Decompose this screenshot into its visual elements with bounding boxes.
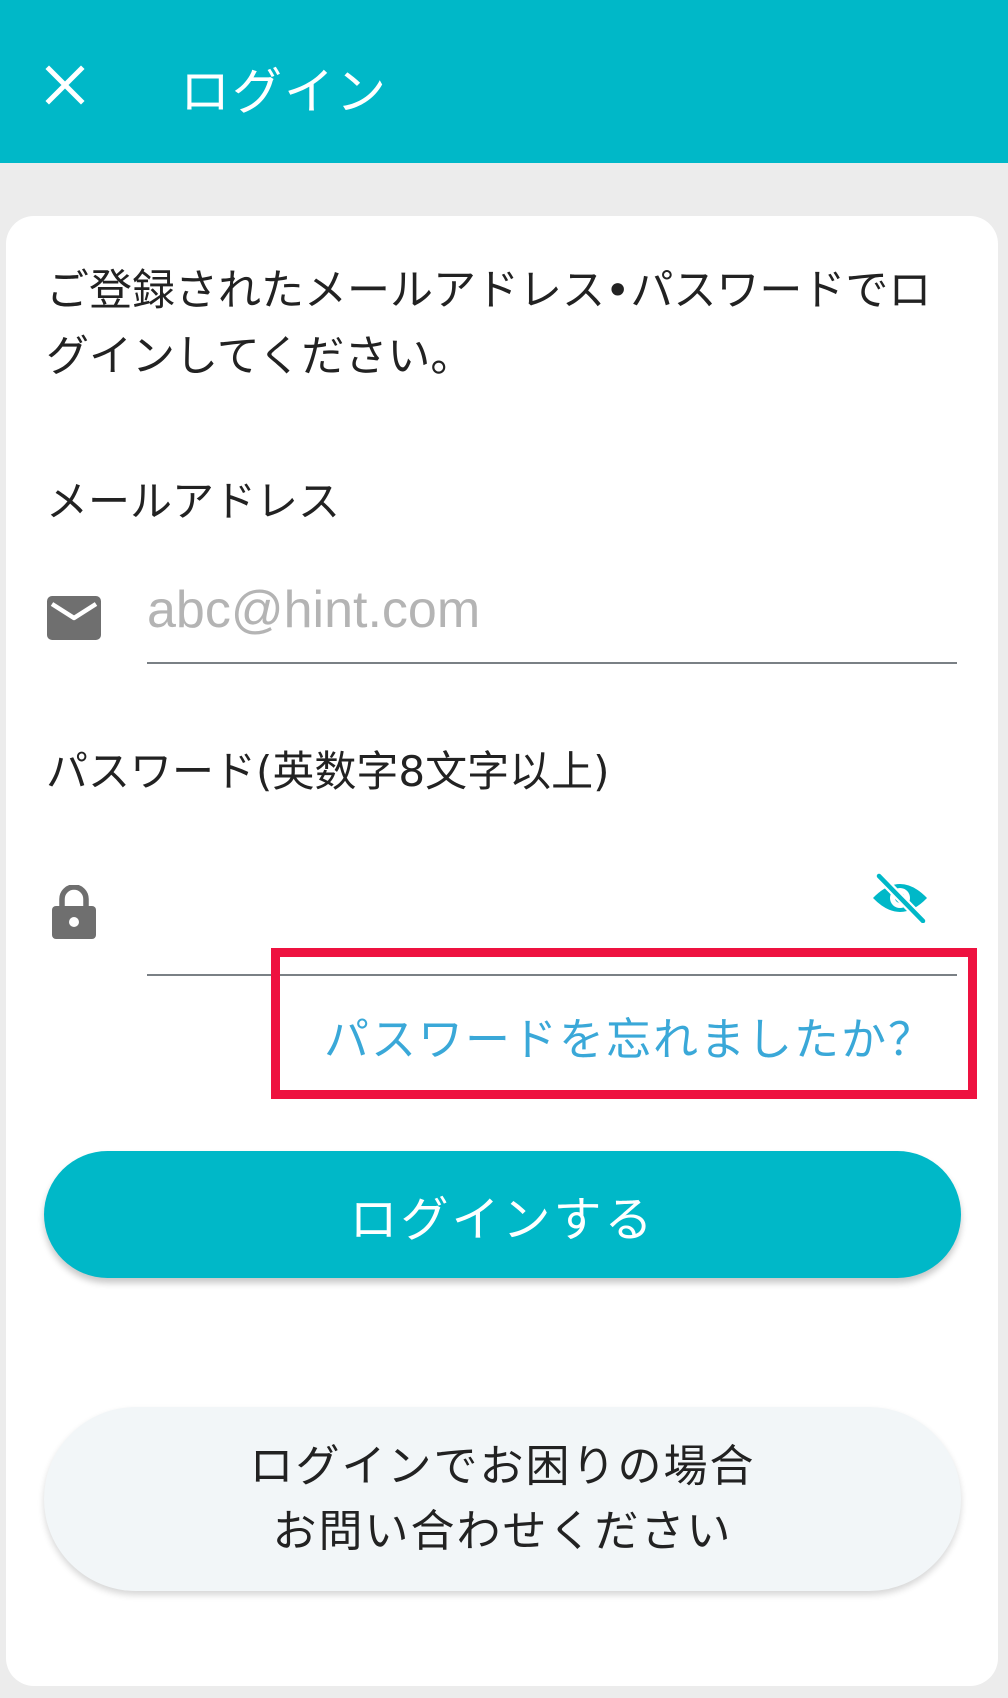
- page-title: ログイン: [180, 63, 388, 121]
- mail-icon: [46, 590, 102, 646]
- close-button[interactable]: [30, 50, 100, 120]
- app-bar: ログイン: [0, 0, 1008, 163]
- email-underline: [147, 662, 957, 664]
- contact-help-button[interactable]: ログインでお困りの場合 お問い合わせください: [44, 1407, 961, 1591]
- intro-text: ご登録されたメールアドレス•パスワードでログインしてください。: [46, 266, 932, 382]
- close-icon: [45, 65, 85, 105]
- lock-icon: [46, 884, 102, 940]
- password-label: パスワード(英数字8文字以上): [46, 747, 610, 796]
- forgot-password-link[interactable]: パスワードを忘れましたか？: [324, 1010, 935, 1070]
- email-input[interactable]: [147, 570, 957, 650]
- help-text-line2: お問い合わせください: [272, 1506, 733, 1557]
- help-text-line1: ログインでお困りの場合: [249, 1441, 756, 1492]
- email-label: メールアドレス: [46, 477, 341, 526]
- login-button[interactable]: ログインする: [44, 1151, 961, 1278]
- eye-off-icon: [873, 873, 928, 923]
- password-visibility-toggle[interactable]: [868, 866, 932, 930]
- login-card: ご登録されたメールアドレス•パスワードでログインしてください。 メールアドレス …: [6, 216, 998, 1686]
- password-input[interactable]: [147, 866, 957, 946]
